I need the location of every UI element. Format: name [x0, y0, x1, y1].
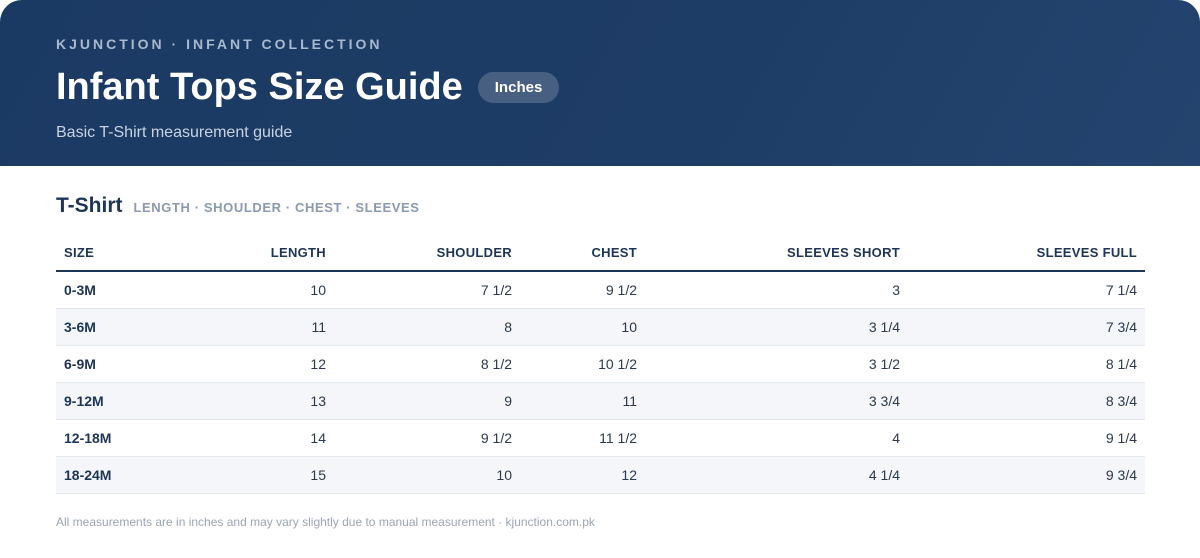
- shoulder-cell: 9 1/2: [334, 419, 520, 457]
- chest-cell: 10: [520, 308, 645, 346]
- chest-cell: 12: [520, 456, 645, 494]
- size-cell: 0-3M: [56, 271, 174, 309]
- shoulder-cell: 10: [334, 456, 520, 494]
- column-header-sleeves-short: SLEEVES SHORT: [645, 234, 908, 272]
- sleeves-full-cell: 9 1/4: [908, 419, 1145, 457]
- section-title: T-Shirt: [56, 194, 123, 217]
- sleeves-short-cell: 4: [645, 419, 908, 457]
- table-row: 9-12M 13 9 11 3 3/4 8 3/4: [56, 382, 1145, 420]
- column-header-sleeves-full: SLEEVES FULL: [908, 234, 1145, 272]
- sleeves-short-cell: 3 1/2: [645, 345, 908, 383]
- table-row: 18-24M 15 10 12 4 1/4 9 3/4: [56, 456, 1145, 494]
- column-header-chest: CHEST: [520, 234, 645, 272]
- chest-cell: 9 1/2: [520, 271, 645, 309]
- chest-cell: 11 1/2: [520, 419, 645, 457]
- length-cell: 14: [174, 419, 334, 457]
- length-cell: 12: [174, 345, 334, 383]
- chest-cell: 11: [520, 382, 645, 420]
- chest-cell: 10 1/2: [520, 345, 645, 383]
- shoulder-cell: 8: [334, 308, 520, 346]
- header-banner: KJUNCTION · INFANT COLLECTION Infant Top…: [0, 0, 1200, 166]
- size-cell: 3-6M: [56, 308, 174, 346]
- shoulder-cell: 7 1/2: [334, 271, 520, 309]
- column-header-length: LENGTH: [174, 234, 334, 272]
- size-cell: 9-12M: [56, 382, 174, 420]
- table-body: 0-3M 10 7 1/2 9 1/2 3 7 1/4 3-6M 11 8 10…: [56, 271, 1145, 494]
- sleeves-full-cell: 7 1/4: [908, 271, 1145, 309]
- sleeves-short-cell: 4 1/4: [645, 456, 908, 494]
- size-cell: 12-18M: [56, 419, 174, 457]
- page-subtitle: Basic T-Shirt measurement guide: [56, 124, 293, 141]
- table-row: 6-9M 12 8 1/2 10 1/2 3 1/2 8 1/4: [56, 345, 1145, 383]
- title-row: Infant Tops Size Guide Inches: [56, 65, 1144, 109]
- sleeves-short-cell: 3 3/4: [645, 382, 908, 420]
- section-header: T-Shirt LENGTH · SHOULDER · CHEST · SLEE…: [56, 194, 1144, 218]
- sleeves-short-cell: 3: [645, 271, 908, 309]
- page-title: Infant Tops Size Guide: [56, 66, 463, 108]
- size-cell: 18-24M: [56, 456, 174, 494]
- header-row: SIZE LENGTH SHOULDER CHEST SLEEVES SHORT…: [56, 234, 1145, 272]
- column-header-size: SIZE: [56, 234, 174, 272]
- sleeves-short-cell: 3 1/4: [645, 308, 908, 346]
- content-area: T-Shirt LENGTH · SHOULDER · CHEST · SLEE…: [0, 166, 1200, 494]
- shoulder-cell: 8 1/2: [334, 345, 520, 383]
- table-row: 0-3M 10 7 1/2 9 1/2 3 7 1/4: [56, 271, 1145, 309]
- length-cell: 13: [174, 382, 334, 420]
- shoulder-cell: 9: [334, 382, 520, 420]
- length-cell: 11: [174, 308, 334, 346]
- size-table: SIZE LENGTH SHOULDER CHEST SLEEVES SHORT…: [56, 234, 1145, 494]
- size-cell: 6-9M: [56, 345, 174, 383]
- size-guide-card: KJUNCTION · INFANT COLLECTION Infant Top…: [0, 0, 1200, 558]
- sleeves-full-cell: 9 3/4: [908, 456, 1145, 494]
- column-header-shoulder: SHOULDER: [334, 234, 520, 272]
- length-cell: 10: [174, 271, 334, 309]
- table-row: 3-6M 11 8 10 3 1/4 7 3/4: [56, 308, 1145, 346]
- unit-badge: Inches: [477, 71, 560, 103]
- brand-eyebrow: KJUNCTION · INFANT COLLECTION: [56, 36, 383, 52]
- length-cell: 15: [174, 456, 334, 494]
- table-head: SIZE LENGTH SHOULDER CHEST SLEEVES SHORT…: [56, 234, 1145, 272]
- table-row: 12-18M 14 9 1/2 11 1/2 4 9 1/4: [56, 419, 1145, 457]
- sleeves-full-cell: 8 3/4: [908, 382, 1145, 420]
- section-tags: LENGTH · SHOULDER · CHEST · SLEEVES: [133, 200, 420, 215]
- footnote: All measurements are in inches and may v…: [56, 515, 595, 529]
- sleeves-full-cell: 8 1/4: [908, 345, 1145, 383]
- sleeves-full-cell: 7 3/4: [908, 308, 1145, 346]
